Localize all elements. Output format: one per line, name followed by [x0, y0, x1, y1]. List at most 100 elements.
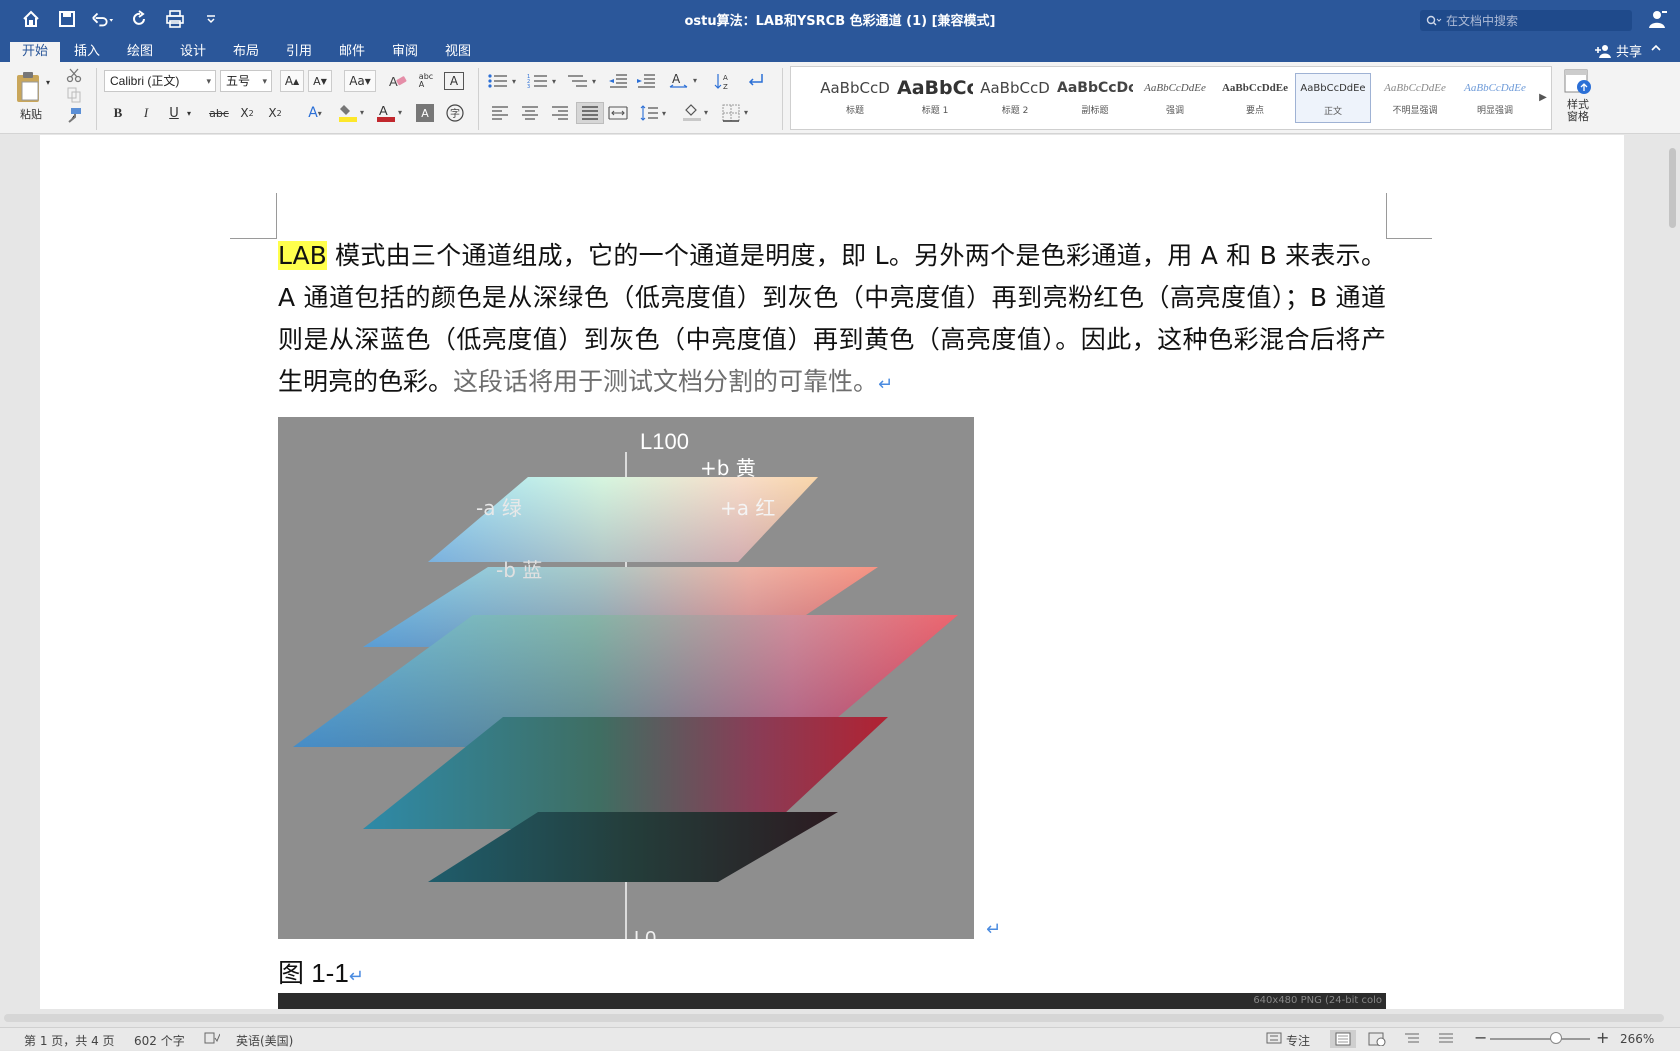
justify-icon[interactable]: [576, 102, 604, 124]
language[interactable]: 英语(美国): [236, 1032, 293, 1049]
format-painter-icon[interactable]: [64, 106, 84, 124]
style-strong[interactable]: AaBbCcDdEe 要点: [1217, 73, 1293, 123]
decrease-indent-icon[interactable]: [606, 70, 630, 92]
highlight-color-icon[interactable]: ▾: [336, 102, 370, 124]
change-case-icon[interactable]: Aa▾: [344, 70, 376, 92]
vertical-scroll-thumb[interactable]: [1669, 148, 1676, 228]
zoom-out-icon[interactable]: −: [1474, 1028, 1487, 1047]
document-canvas[interactable]: LAB 模式由三个通道组成，它的一个通道是明度，即 L。另外两个是色彩通道，用 …: [0, 135, 1680, 1009]
style-emphasis[interactable]: AaBbCcDdEe 强调: [1137, 73, 1213, 123]
font-color-icon[interactable]: A ▾: [374, 102, 408, 124]
lab-color-space-figure[interactable]: L100 +b 黄 -a 绿 +a 红 -b 蓝 L0: [278, 417, 974, 939]
word-count[interactable]: 602 个字: [134, 1032, 185, 1049]
character-border-icon[interactable]: A: [444, 72, 464, 90]
body-paragraph[interactable]: LAB 模式由三个通道组成，它的一个通道是明度，即 L。另外两个是色彩通道，用 …: [278, 235, 1386, 406]
figure-caption[interactable]: 图 1-1↵: [278, 953, 364, 990]
style-normal[interactable]: AaBbCcDdEe 正文: [1295, 73, 1371, 123]
style-name: 要点: [1245, 106, 1264, 116]
svg-text:▾: ▾: [592, 77, 596, 86]
increase-indent-icon[interactable]: [634, 70, 658, 92]
paste-label: 粘贴: [20, 108, 42, 121]
clear-formatting-icon[interactable]: A: [386, 70, 410, 92]
label-plus-b: +b 黄: [700, 456, 756, 480]
tab-review[interactable]: 审阅: [380, 42, 430, 62]
shrink-font-icon[interactable]: A ▼: [308, 70, 332, 92]
align-right-icon[interactable]: [548, 102, 572, 124]
style-subtle-emphasis[interactable]: AaBbCcDdEe 不明显强调: [1377, 73, 1453, 123]
zoom-slider-thumb[interactable]: [1550, 1032, 1562, 1044]
style-subtitle[interactable]: AaBbCcDc 副标题: [1057, 73, 1133, 123]
zoom-level[interactable]: 266%: [1620, 1032, 1654, 1046]
label-minus-a: -a 绿: [476, 496, 522, 520]
search-input[interactable]: [1446, 13, 1626, 28]
proofing-icon[interactable]: [204, 1032, 221, 1047]
style-title[interactable]: AaBbCcD 标题: [817, 73, 893, 123]
subscript-button[interactable]: X2: [236, 102, 258, 124]
tab-home[interactable]: 开始: [10, 42, 61, 62]
borders-icon[interactable]: ▾: [720, 102, 754, 124]
character-shading-icon[interactable]: A: [416, 104, 434, 122]
horizontal-scrollbar[interactable]: [4, 1014, 1664, 1022]
underline-options-chevron-icon[interactable]: ▾: [184, 102, 194, 124]
text-effects-icon[interactable]: A ▾: [300, 102, 330, 124]
styles-pane-button[interactable]: 样式 窗格: [1558, 68, 1598, 123]
vertical-scrollbar[interactable]: [1667, 140, 1677, 930]
text-direction-icon[interactable]: A ▾: [668, 70, 704, 92]
align-center-icon[interactable]: [518, 102, 542, 124]
tab-insert[interactable]: 插入: [62, 42, 112, 62]
style-name: 明显强调: [1476, 106, 1513, 116]
shading-icon[interactable]: ▾: [680, 102, 714, 124]
enclose-characters-icon[interactable]: 字: [444, 102, 466, 124]
strikethrough-button[interactable]: abc: [204, 102, 234, 124]
focus-label[interactable]: 专注: [1286, 1032, 1310, 1049]
tab-view[interactable]: 视图: [433, 42, 483, 62]
underline-button[interactable]: U: [164, 102, 184, 124]
sort-icon[interactable]: AZ: [712, 70, 736, 92]
next-figure-image[interactable]: 640x480 PNG (24-bit colo: [278, 993, 1386, 1009]
numbering-icon[interactable]: 1 2 3 ▾: [526, 70, 562, 92]
focus-icon[interactable]: [1266, 1032, 1282, 1047]
draft-view-icon[interactable]: [1438, 1032, 1454, 1049]
collapse-ribbon-icon[interactable]: [1650, 42, 1662, 58]
zoom-slider[interactable]: [1490, 1038, 1590, 1040]
print-layout-icon[interactable]: [1330, 1030, 1356, 1048]
multilevel-list-icon[interactable]: ▾: [566, 70, 602, 92]
status-bar: 第 1 页，共 4 页 602 个字 英语(美国) 专注 − + 266%: [0, 1027, 1680, 1050]
document-page[interactable]: LAB 模式由三个通道组成，它的一个通道是明度，即 L。另外两个是色彩通道，用 …: [40, 135, 1624, 1009]
share-button[interactable]: 共享: [1594, 41, 1642, 60]
italic-button[interactable]: I: [136, 102, 156, 124]
copy-icon[interactable]: [64, 86, 84, 104]
show-marks-icon[interactable]: [744, 70, 768, 92]
grow-font-icon[interactable]: A ▲: [280, 70, 304, 92]
style-sample: AaBbCcDdEe: [1300, 83, 1366, 94]
bold-button[interactable]: B: [108, 102, 128, 124]
bullets-icon[interactable]: ▾: [486, 70, 522, 92]
tab-design[interactable]: 设计: [168, 42, 218, 62]
distributed-icon[interactable]: [606, 102, 630, 124]
style-name: 正文: [1323, 107, 1342, 117]
tab-draw[interactable]: 绘图: [115, 42, 165, 62]
style-heading-1[interactable]: AaBbCc 标题 1: [897, 73, 973, 123]
font-name-select[interactable]: Calibri (正文) ▾: [104, 70, 216, 92]
account-icon[interactable]: [1648, 9, 1668, 33]
zoom-in-icon[interactable]: +: [1596, 1028, 1609, 1047]
line-spacing-icon[interactable]: ▾: [638, 102, 674, 124]
style-intense-emphasis[interactable]: AaBbCcDdEe 明显强调: [1457, 73, 1533, 123]
web-layout-icon[interactable]: [1368, 1032, 1386, 1049]
font-size-select[interactable]: 五号 ▾: [220, 70, 272, 92]
phonetic-guide-icon[interactable]: abc A: [414, 70, 438, 92]
outline-view-icon[interactable]: [1404, 1032, 1420, 1049]
style-name: 标题 2: [1001, 106, 1029, 116]
search-box[interactable]: [1420, 10, 1632, 31]
tab-references[interactable]: 引用: [274, 42, 324, 62]
align-left-icon[interactable]: [488, 102, 512, 124]
style-heading-2[interactable]: AaBbCcD 标题 2: [977, 73, 1053, 123]
paste-options-chevron-icon[interactable]: ▾: [44, 76, 52, 88]
gallery-next-icon[interactable]: ▶: [1537, 87, 1549, 107]
tab-layout[interactable]: 布局: [221, 42, 271, 62]
styles-pane-label: 样式 窗格: [1567, 98, 1589, 123]
page-count[interactable]: 第 1 页，共 4 页: [24, 1032, 115, 1049]
tab-mailings[interactable]: 邮件: [327, 42, 377, 62]
superscript-button[interactable]: X2: [264, 102, 286, 124]
cut-icon[interactable]: [64, 66, 84, 84]
